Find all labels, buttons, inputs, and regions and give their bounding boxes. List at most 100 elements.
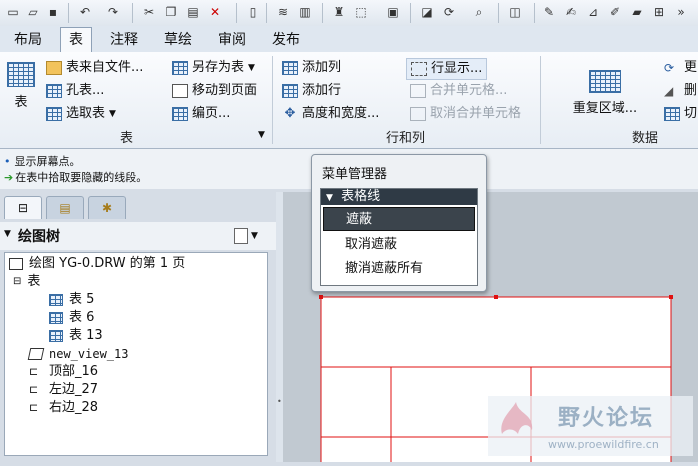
sheet-icon [9,258,23,270]
collapse-icon[interactable]: ▼ [4,229,11,239]
select-box-icon[interactable]: ⬚ [352,3,370,21]
zoom-icon[interactable]: ⌕ [470,3,488,21]
tab-table[interactable]: 表 [60,27,92,53]
save-icon[interactable]: ▪ [44,3,62,21]
hole-table-button[interactable]: 孔表... [46,81,104,101]
tree-title: 绘图树 [18,229,60,245]
tab-review[interactable]: 审阅 [216,29,248,51]
pane-divider[interactable]: • [276,192,283,462]
tree-header: ▼ 绘图树 ▼ [0,222,276,250]
delete-data-button[interactable]: ◢ 删 [664,81,697,101]
ruler-icon[interactable]: ⊿ [584,3,602,21]
redo-icon[interactable]: ↷ [104,3,122,21]
select-table-button[interactable]: 选取表 ▼ [46,104,116,124]
merge-cells-button[interactable]: 合并单元格... [410,81,507,101]
height-width-button[interactable]: ✥ 高度和宽度... [282,104,380,124]
sketch-icon[interactable]: ✎ [540,3,558,21]
list-settings-icon [234,228,248,244]
pen-icon[interactable]: ✍ [562,3,580,21]
chevron-down-icon: ▼ [326,193,333,203]
undo-icon[interactable]: ↶ [76,3,94,21]
group-label-table: 表 [120,131,134,146]
expand-icon[interactable]: » [672,3,690,21]
open-folder-icon[interactable]: ▱ [24,3,42,21]
toolbar-separator [322,3,323,23]
paginate-button[interactable]: 编页... [172,104,230,124]
tree-item-sheet[interactable]: 绘图 YG-0.DRW 的第 1 页 [9,255,185,273]
folder-icon: ▤ [59,201,71,215]
star-icon: ✱ [101,201,113,215]
brush-icon[interactable]: ✐ [606,3,624,21]
paste-icon[interactable]: ▤ [184,3,202,21]
add-column-icon [282,61,298,75]
grip-icon: • [277,397,282,406]
ribbon: 表 表来自文件... 孔表... 选取表 ▼ 另存为表 ▼ 移动到页面 编页..… [0,52,698,149]
move-to-page-button[interactable]: 移动到页面 [172,81,257,101]
group-separator [540,56,541,144]
display-style-icon[interactable]: ◫ [506,3,524,21]
copy-icon[interactable]: ❐ [162,3,180,21]
paginate-icon [172,107,188,121]
tree-item-table[interactable]: 表 6 [49,309,94,327]
table-icon [49,330,63,342]
chevron-down-icon[interactable]: ▼ [258,130,265,140]
selection-handle[interactable] [669,295,673,299]
refresh-icon: ⟳ [664,61,675,75]
group-label-data: 数据 [632,131,659,146]
layers-icon[interactable]: ≋ [274,3,292,21]
tree-settings-button[interactable]: ▼ [234,226,264,246]
tree-item-table[interactable]: 表 13 [49,327,103,345]
tree-item-dimension[interactable]: ⊏ 左边_27 [29,381,98,399]
table-button[interactable]: 表 [6,62,36,110]
tree-item-tables[interactable]: ⊟ 表 [13,273,40,291]
add-column-button[interactable]: 添加列 [282,58,341,78]
cut-icon[interactable]: ✂ [140,3,158,21]
save-table-icon [172,61,188,75]
watermark-title: 野火论坛 [558,406,655,431]
menu-item-mask[interactable]: 遮蔽 [323,207,475,231]
update-button[interactable]: ⟳ 更 [664,58,697,78]
info-icon[interactable]: ▣ [384,3,402,21]
tab-annotate[interactable]: 注释 [108,29,140,51]
unmerge-cells-button[interactable]: 取消合并单元格 [410,104,521,124]
tab-publish[interactable]: 发布 [270,29,302,51]
menu-header-table-lines[interactable]: ▼ 表格线 [321,189,477,205]
delete-icon[interactable]: ✕ [206,3,224,21]
page-icon[interactable]: ▯ [244,3,262,21]
regenerate-icon[interactable]: ⟳ [440,3,458,21]
menu-item-undo-mask-all[interactable]: 撤消遮蔽所有 [321,257,477,281]
tree-item-table[interactable]: 表 5 [49,291,94,309]
eraser-icon[interactable]: ▰ [628,3,646,21]
repaint-icon[interactable]: ▥ [296,3,314,21]
table-from-file-button[interactable]: 表来自文件... [46,58,143,78]
new-file-icon[interactable]: ▭ [4,3,22,21]
dimension-icon: ⊏ [29,401,39,414]
grid-icon[interactable]: ⊞ [650,3,668,21]
menu-item-unmask[interactable]: 取消遮蔽 [321,233,477,257]
save-as-table-button[interactable]: 另存为表 ▼ [172,58,255,78]
row-display-button[interactable]: 行显示... [406,58,488,80]
selection-handle[interactable] [494,295,498,299]
tab-model-tree[interactable]: ⊟ [4,196,42,219]
toolbar-separator [68,3,69,23]
tab-folder-browser[interactable]: ▤ [46,196,84,219]
tab-sketch[interactable]: 草绘 [162,29,194,51]
chevron-down-icon: ▼ [248,63,255,73]
toolbar-separator [498,3,499,23]
tab-layout[interactable]: 布局 [12,29,44,51]
tree-item-dimension[interactable]: ⊏ 顶部_16 [29,363,98,381]
switch-button[interactable]: 切 [664,104,697,124]
zoom-fit-icon[interactable]: ◪ [418,3,436,21]
switch-icon [664,107,680,121]
group-label-rows-columns: 行和列 [386,131,426,146]
row-display-icon [411,62,427,76]
tree-item-dimension[interactable]: ⊏ 右边_28 [29,399,98,417]
repeat-region-button[interactable]: 重复区域... [570,70,640,116]
find-icon[interactable]: ♜ [330,3,348,21]
tree-item-view[interactable]: new_view_13 [27,345,128,363]
tab-favorites[interactable]: ✱ [88,196,126,219]
add-row-button[interactable]: 添加行 [282,81,341,101]
folder-icon [46,61,62,75]
selection-handle[interactable] [319,295,323,299]
toolbar-separator [236,3,237,23]
